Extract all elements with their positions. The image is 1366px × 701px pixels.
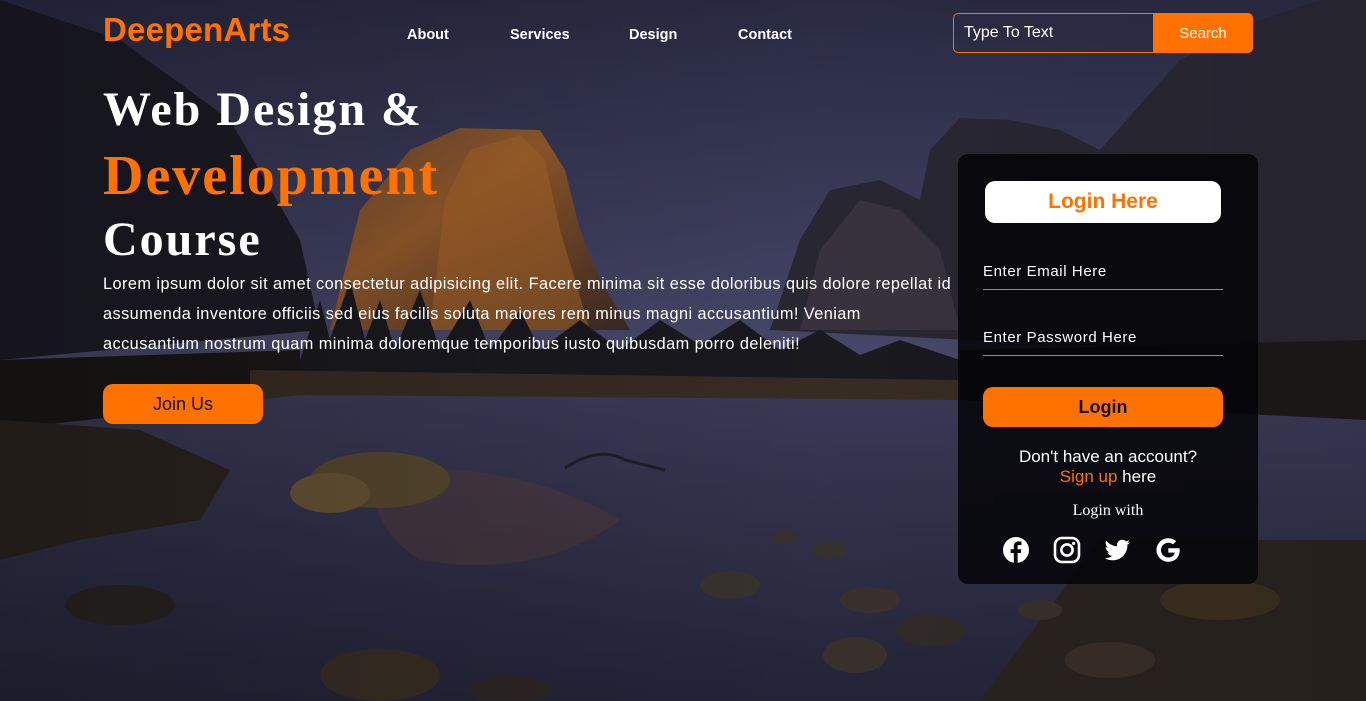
social-login-icons: [1000, 534, 1240, 566]
search-button[interactable]: Search: [1153, 13, 1253, 53]
signup-suffix: here: [1117, 467, 1157, 486]
facebook-icon[interactable]: [1000, 534, 1032, 566]
hero-title-line-2: Development: [103, 145, 440, 207]
email-field[interactable]: [983, 254, 1223, 290]
signup-prompt: Don't have an account? Sign up here: [958, 447, 1258, 487]
nav-link-contact[interactable]: Contact: [738, 27, 792, 43]
hero-title-line-1: Web Design &: [103, 83, 424, 136]
site-logo[interactable]: DeepenArts: [103, 11, 290, 49]
nav-link-design[interactable]: Design: [629, 27, 677, 43]
google-icon[interactable]: [1152, 534, 1184, 566]
search-bar: Search: [953, 13, 1253, 53]
no-account-text: Don't have an account?: [1018, 447, 1198, 466]
login-button[interactable]: Login: [983, 387, 1223, 427]
twitter-icon[interactable]: [1101, 534, 1133, 566]
login-card-title: Login Here: [985, 181, 1221, 223]
password-field[interactable]: [983, 320, 1223, 356]
search-input[interactable]: [953, 13, 1153, 53]
nav-link-about[interactable]: About: [407, 27, 449, 43]
instagram-icon[interactable]: [1051, 534, 1083, 566]
login-card: Login Here Login Don't have an account? …: [958, 154, 1258, 584]
hero-paragraph: Lorem ipsum dolor sit amet consectetur a…: [103, 275, 952, 353]
join-us-button[interactable]: Join Us: [103, 384, 263, 424]
signup-link[interactable]: Sign up: [1060, 467, 1118, 486]
hero-title-line-3: Course: [103, 213, 262, 266]
nav-link-services[interactable]: Services: [510, 27, 570, 43]
login-with-label: Login with: [1072, 502, 1144, 519]
